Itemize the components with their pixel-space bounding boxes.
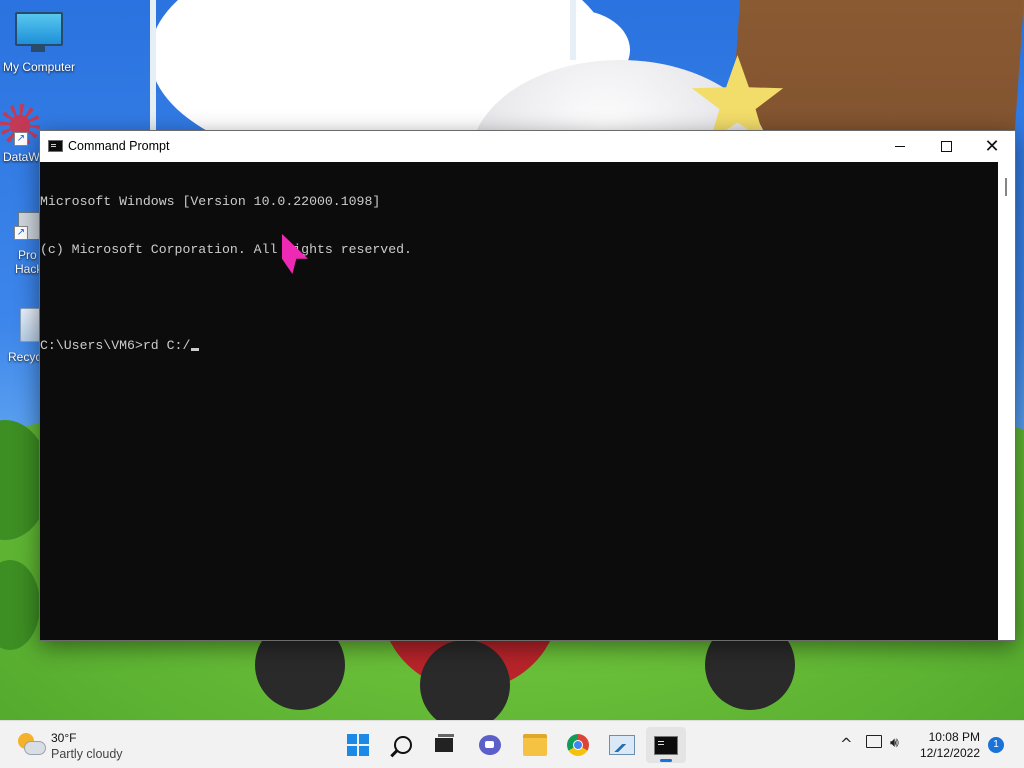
volume-icon[interactable]: 🔊︎ (890, 735, 899, 751)
windows-logo-icon (347, 734, 369, 756)
close-button[interactable]: ✕ (969, 131, 1015, 162)
console-line: (c) Microsoft Corporation. All rights re… (40, 242, 412, 257)
wallpaper-pole (570, 0, 576, 60)
desktop-icon-label: My Computer (2, 60, 76, 74)
command-prompt-button[interactable] (646, 727, 686, 763)
chrome-button[interactable] (558, 727, 598, 763)
console-prompt-line[interactable]: C:\Users\VM6>rd C:/ (40, 338, 999, 354)
desktop-icon-datawatch[interactable]: ↗ DataW (0, 104, 40, 164)
weather-temperature: 30°F (51, 731, 77, 745)
network-monitor-shape (866, 735, 882, 748)
desktop-icon-label: Hack (15, 262, 40, 276)
command-prompt-window[interactable]: Command Prompt ✕ Microsoft Windows [Vers… (39, 130, 1016, 641)
folder-icon (523, 734, 547, 756)
command-prompt-icon (654, 735, 678, 755)
command-prompt-icon (48, 140, 63, 152)
window-titlebar[interactable]: Command Prompt ✕ (40, 131, 1015, 162)
desktop-icon-recycle-bin[interactable]: Recyc (0, 304, 40, 364)
clock-time: 10:08 PM (928, 730, 980, 744)
performance-monitor-button[interactable] (602, 727, 642, 763)
console-output[interactable]: Microsoft Windows [Version 10.0.22000.10… (40, 162, 999, 640)
chat-icon (479, 735, 501, 755)
desktop-icon-process-hacker[interactable]: ↗ Pro Hack (0, 210, 40, 276)
file-explorer-button[interactable] (515, 727, 555, 763)
partly-cloudy-icon (18, 733, 46, 759)
performance-monitor-icon (609, 735, 635, 755)
show-hidden-icons-chevron-icon[interactable]: ^ (840, 735, 853, 753)
start-button[interactable] (338, 727, 378, 763)
vertical-scrollbar[interactable] (998, 162, 1015, 640)
console-command: C:\Users\VM6>rd C:/ (40, 338, 191, 353)
desktop-icon-label: DataW (3, 150, 40, 164)
console-line: Microsoft Windows [Version 10.0.22000.10… (40, 194, 381, 209)
task-view-button[interactable] (424, 727, 464, 763)
monitor-icon (15, 12, 63, 52)
window-title: Command Prompt (68, 139, 170, 153)
network-icon[interactable] (866, 735, 882, 748)
maximize-button[interactable] (923, 131, 969, 162)
close-icon: ✕ (984, 135, 1000, 157)
scrollbar-thumb[interactable] (1005, 178, 1007, 196)
minimize-button[interactable] (877, 131, 923, 162)
datawatch-icon: ↗ (0, 104, 40, 146)
shortcut-arrow-icon: ↗ (14, 132, 28, 146)
chat-button[interactable] (470, 727, 510, 763)
notification-badge[interactable]: 1 (988, 737, 1004, 753)
clock-date: 12/12/2022 (919, 746, 980, 760)
task-view-icon (435, 734, 454, 752)
cloud-shape (24, 741, 46, 755)
chrome-icon (567, 734, 589, 756)
weather-description: Partly cloudy (51, 747, 123, 761)
process-hacker-icon: ↗ (0, 210, 40, 250)
taskbar: 30°F Partly cloudy ^ 🔊︎ 10:08 PM 12/12/2… (0, 720, 1024, 768)
desktop-icon-my-computer[interactable]: My Computer (0, 12, 78, 74)
wallpaper-pole (150, 0, 156, 140)
bin-shape (20, 308, 40, 342)
desktop-icon-label: Recyc (8, 350, 40, 364)
minimize-icon (895, 146, 905, 147)
desktop-icon-label: Pro (18, 248, 37, 262)
search-icon (394, 736, 412, 754)
search-button[interactable] (383, 727, 423, 763)
system-clock[interactable]: 10:08 PM 12/12/2022 (920, 729, 980, 761)
text-cursor (191, 348, 200, 351)
shortcut-arrow-icon: ↗ (14, 226, 28, 240)
wallpaper-wheel (420, 640, 510, 720)
maximize-icon (940, 141, 952, 152)
recycle-bin-icon (0, 304, 40, 344)
